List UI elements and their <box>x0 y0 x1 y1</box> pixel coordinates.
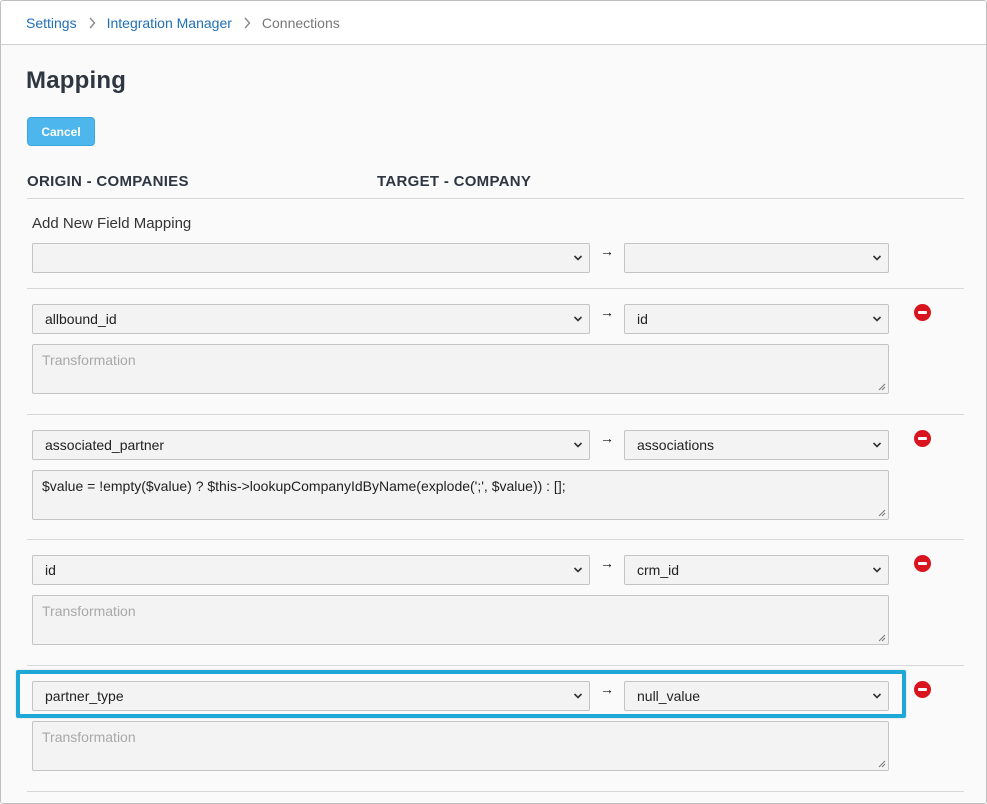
transformation-textarea[interactable]: $value = !empty($value) ? $this->lookupC… <box>32 470 889 520</box>
resize-grip-icon[interactable] <box>878 760 886 768</box>
divider <box>27 198 964 199</box>
chevron-down-icon <box>872 442 882 448</box>
divider <box>27 414 964 415</box>
chevron-down-icon <box>573 567 583 573</box>
add-mapping-label: Add New Field Mapping <box>32 215 192 232</box>
divider <box>27 288 964 289</box>
mapping-page: Settings Integration Manager Connections… <box>0 0 987 804</box>
resize-grip-icon[interactable] <box>878 634 886 642</box>
cancel-button[interactable]: Cancel <box>27 117 95 146</box>
arrow-right-icon: → <box>600 243 614 259</box>
new-target-select[interactable] <box>624 243 889 273</box>
select-value: partner_type <box>45 688 124 704</box>
origin-select[interactable]: allbound_id <box>32 304 590 334</box>
transformation-textarea[interactable]: Transformation <box>32 721 889 771</box>
select-value: associations <box>637 437 715 453</box>
arrow-right-icon: → <box>600 555 614 571</box>
target-select[interactable]: null_value <box>624 681 889 711</box>
transformation-textarea[interactable]: Transformation <box>32 344 889 394</box>
transformation-placeholder: Transformation <box>42 352 136 368</box>
target-select[interactable]: id <box>624 304 889 334</box>
chevron-down-icon <box>573 693 583 699</box>
breadcrumb: Settings Integration Manager Connections <box>1 1 986 45</box>
chevron-down-icon <box>872 255 882 261</box>
divider <box>27 539 964 540</box>
divider <box>27 665 964 666</box>
remove-circle-icon[interactable] <box>914 304 931 321</box>
select-value: crm_id <box>637 562 680 578</box>
target-select[interactable]: crm_id <box>624 555 889 585</box>
target-select[interactable]: associations <box>624 430 889 460</box>
target-column-header: TARGET - COMPANY <box>377 173 532 190</box>
resize-grip-icon[interactable] <box>878 383 886 391</box>
arrow-right-icon: → <box>600 430 614 446</box>
breadcrumb-connections: Connections <box>261 14 340 31</box>
origin-select[interactable]: id <box>32 555 590 585</box>
chevron-down-icon <box>872 316 882 322</box>
origin-column-header: ORIGIN - COMPANIES <box>27 173 189 190</box>
transformation-placeholder: Transformation <box>42 603 136 619</box>
transformation-placeholder: Transformation <box>42 729 136 745</box>
chevron-right-icon <box>243 17 251 29</box>
select-value: id <box>637 311 648 327</box>
arrow-right-icon: → <box>600 681 614 697</box>
select-value: associated_partner <box>45 437 165 453</box>
chevron-down-icon <box>872 567 882 573</box>
origin-select[interactable]: partner_type <box>32 681 590 711</box>
resize-grip-icon[interactable] <box>878 509 886 517</box>
remove-circle-icon[interactable] <box>914 681 931 698</box>
chevron-down-icon <box>573 316 583 322</box>
remove-circle-icon[interactable] <box>914 555 931 572</box>
select-value: null_value <box>637 688 701 704</box>
chevron-down-icon <box>573 255 583 261</box>
remove-circle-icon[interactable] <box>914 430 931 447</box>
arrow-right-icon: → <box>600 304 614 320</box>
breadcrumb-integration-manager[interactable]: Integration Manager <box>107 15 232 31</box>
breadcrumb-settings[interactable]: Settings <box>26 15 77 31</box>
select-value: id <box>45 562 56 578</box>
transformation-textarea[interactable]: Transformation <box>32 595 889 645</box>
origin-select[interactable]: associated_partner <box>32 430 590 460</box>
select-value: allbound_id <box>45 311 117 327</box>
page-title: Mapping <box>26 67 127 94</box>
chevron-right-icon <box>88 17 96 29</box>
new-origin-select[interactable] <box>32 243 590 273</box>
chevron-down-icon <box>872 693 882 699</box>
chevron-down-icon <box>573 442 583 448</box>
divider <box>27 791 964 792</box>
transformation-value: $value = !empty($value) ? $this->lookupC… <box>42 478 566 494</box>
